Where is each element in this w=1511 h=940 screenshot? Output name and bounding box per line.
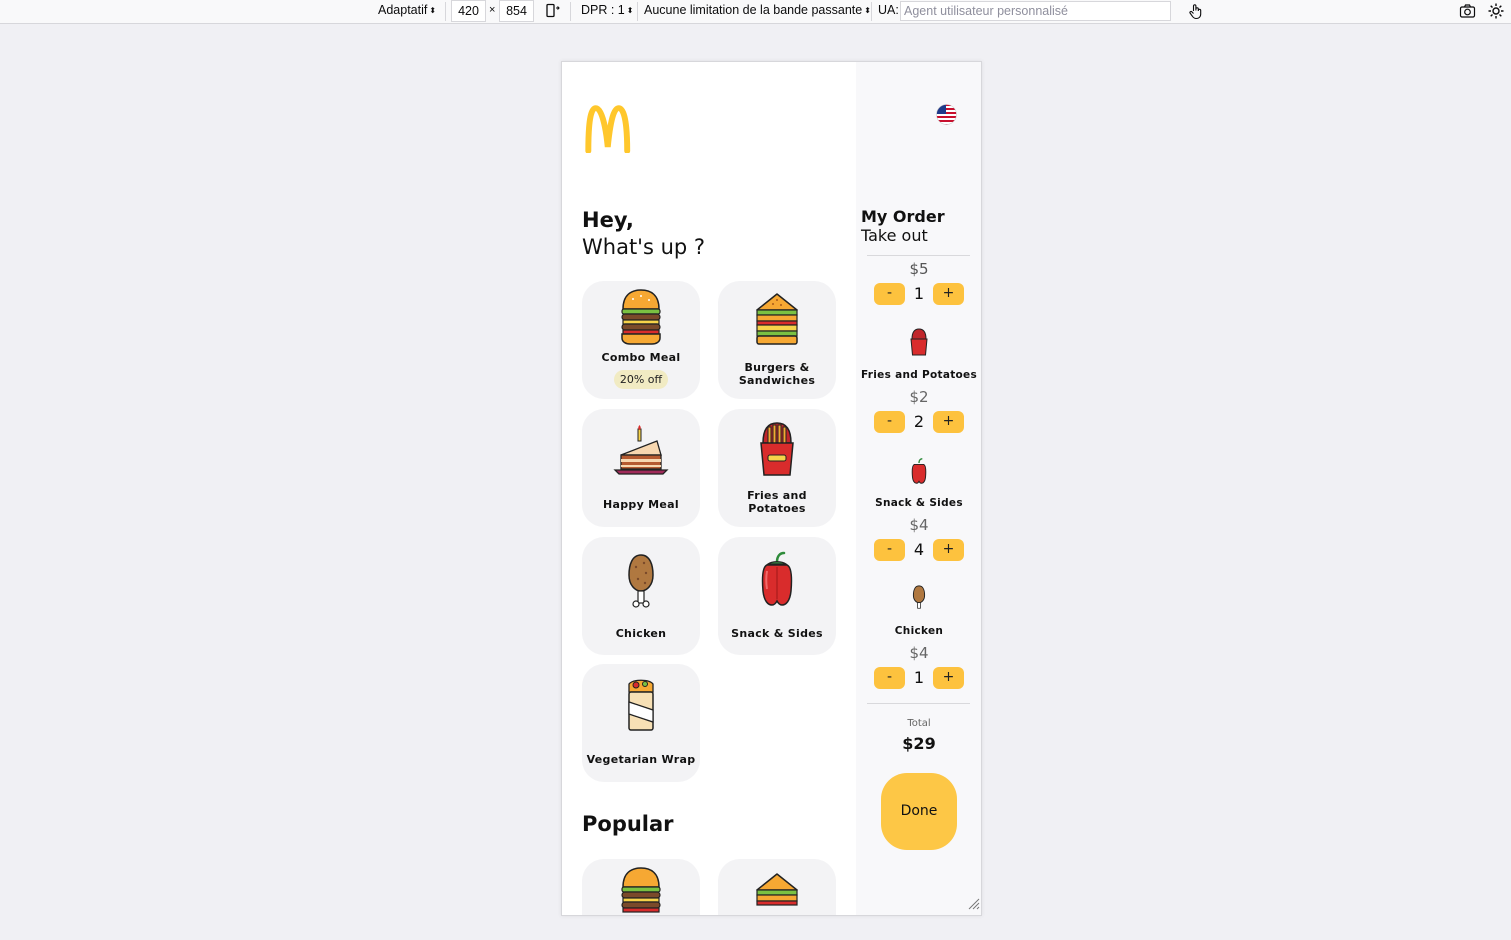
category-card-combo-meal[interactable]: Combo Meal 20% off bbox=[582, 281, 700, 399]
menu-panel: Hey, What's up ? Combo Meal 20% off Burg… bbox=[562, 62, 856, 915]
order-mode: Take out bbox=[861, 226, 928, 245]
throttling-select[interactable]: Aucune limitation de la bande passante ⬍ bbox=[644, 0, 871, 23]
order-item-price: $4 bbox=[909, 644, 929, 662]
wrap-icon bbox=[582, 678, 700, 736]
order-item-label: Fries and Potatoes bbox=[860, 369, 978, 381]
increase-button[interactable]: + bbox=[933, 283, 964, 305]
fries-icon bbox=[718, 421, 836, 479]
decrease-button[interactable]: - bbox=[874, 411, 905, 433]
pepper-icon bbox=[718, 551, 836, 609]
quantity-value: 4 bbox=[913, 540, 925, 559]
throttling-label: Aucune limitation de la bande passante bbox=[644, 3, 863, 17]
viewport-height-input[interactable]: 854 bbox=[499, 0, 534, 22]
order-item-price: $2 bbox=[909, 388, 929, 406]
total-label: Total bbox=[907, 718, 931, 729]
user-agent-input[interactable]: Agent utilisateur personnalisé bbox=[900, 1, 1171, 21]
cake-icon bbox=[582, 425, 700, 483]
divider bbox=[871, 2, 872, 21]
greeting-subtitle: What's up ? bbox=[582, 235, 706, 259]
order-sidebar: My Order Take out $5 - 1 + Fries and Pot… bbox=[856, 62, 981, 915]
device-viewport: Hey, What's up ? Combo Meal 20% off Burg… bbox=[561, 61, 982, 916]
divider bbox=[637, 2, 638, 21]
category-label: Combo Meal bbox=[601, 351, 681, 364]
quantity-stepper: - 1 + bbox=[874, 667, 964, 689]
decrease-button[interactable]: - bbox=[874, 667, 905, 689]
total-value: $29 bbox=[902, 734, 936, 753]
order-item-price: $4 bbox=[909, 516, 929, 534]
burger-icon bbox=[582, 867, 700, 915]
category-label: Happy Meal bbox=[603, 498, 679, 511]
category-card-fries[interactable]: Fries and Potatoes bbox=[718, 409, 836, 527]
category-label: Burgers & Sandwiches bbox=[738, 361, 816, 387]
select-arrows-icon: ⬍ bbox=[864, 6, 871, 15]
select-arrows-icon: ⬍ bbox=[626, 6, 634, 15]
quantity-stepper: - 1 + bbox=[874, 283, 964, 305]
popular-card[interactable] bbox=[582, 859, 700, 915]
category-card-vegetarian-wrap[interactable]: Vegetarian Wrap bbox=[582, 664, 700, 782]
category-card-snack-sides[interactable]: Snack & Sides bbox=[718, 537, 836, 655]
popular-heading: Popular bbox=[582, 812, 674, 836]
category-card-burgers[interactable]: Burgers & Sandwiches bbox=[718, 281, 836, 399]
dpr-select[interactable]: DPR : 1 ⬍ bbox=[581, 0, 633, 23]
quantity-stepper: - 4 + bbox=[874, 539, 964, 561]
touch-simulation-icon[interactable] bbox=[1188, 3, 1204, 26]
ua-label: UA: bbox=[878, 3, 899, 17]
select-arrows-icon: ⬍ bbox=[429, 6, 437, 15]
divider bbox=[445, 2, 446, 21]
divider bbox=[867, 255, 970, 256]
rotate-viewport-icon[interactable] bbox=[545, 3, 561, 26]
quantity-stepper: - 2 + bbox=[874, 411, 964, 433]
quantity-value: 1 bbox=[913, 284, 925, 303]
order-item-price: $5 bbox=[909, 260, 929, 278]
screenshot-icon[interactable] bbox=[1459, 3, 1476, 26]
discount-badge: 20% off bbox=[614, 370, 668, 389]
pepper-icon bbox=[856, 457, 981, 485]
category-label: Fries and Potatoes bbox=[747, 489, 807, 515]
brand-logo bbox=[581, 105, 635, 157]
dpr-label: DPR : 1 bbox=[581, 3, 625, 17]
decrease-button[interactable]: - bbox=[874, 283, 905, 305]
greeting-heading: Hey, bbox=[582, 208, 634, 232]
sandwich-icon bbox=[718, 873, 836, 915]
popular-card[interactable] bbox=[718, 859, 836, 915]
resize-handle-icon[interactable] bbox=[968, 895, 980, 914]
divider bbox=[867, 703, 970, 704]
sandwich-icon bbox=[718, 293, 836, 351]
order-item-label: Chicken bbox=[894, 625, 944, 637]
order-item-label: Snack & Sides bbox=[875, 497, 963, 509]
device-mode-label: Adaptatif bbox=[378, 3, 428, 17]
category-label: Snack & Sides bbox=[731, 627, 823, 640]
dimension-separator: × bbox=[489, 4, 496, 16]
us-flag-icon[interactable] bbox=[936, 104, 957, 129]
done-button[interactable]: Done bbox=[881, 773, 957, 850]
divider bbox=[570, 2, 571, 21]
order-title: My Order bbox=[861, 207, 945, 226]
quantity-value: 2 bbox=[913, 412, 925, 431]
decrease-button[interactable]: - bbox=[874, 539, 905, 561]
quantity-value: 1 bbox=[913, 668, 925, 687]
increase-button[interactable]: + bbox=[933, 539, 964, 561]
category-label: Chicken bbox=[615, 627, 667, 640]
increase-button[interactable]: + bbox=[933, 411, 964, 433]
settings-gear-icon[interactable] bbox=[1487, 2, 1505, 25]
responsive-toolbar: Adaptatif ⬍ 420 × 854 DPR : 1 ⬍ Aucune lim… bbox=[0, 0, 1511, 24]
viewport-width-input[interactable]: 420 bbox=[451, 0, 486, 22]
category-card-chicken[interactable]: Chicken bbox=[582, 537, 700, 655]
increase-button[interactable]: + bbox=[933, 667, 964, 689]
burger-icon bbox=[582, 289, 700, 347]
drumstick-icon bbox=[856, 584, 981, 612]
fries-icon bbox=[856, 328, 981, 356]
device-mode-select[interactable]: Adaptatif ⬍ bbox=[378, 0, 436, 23]
drumstick-icon bbox=[582, 553, 700, 611]
category-label: Vegetarian Wrap bbox=[586, 753, 696, 766]
category-card-happy-meal[interactable]: Happy Meal bbox=[582, 409, 700, 527]
